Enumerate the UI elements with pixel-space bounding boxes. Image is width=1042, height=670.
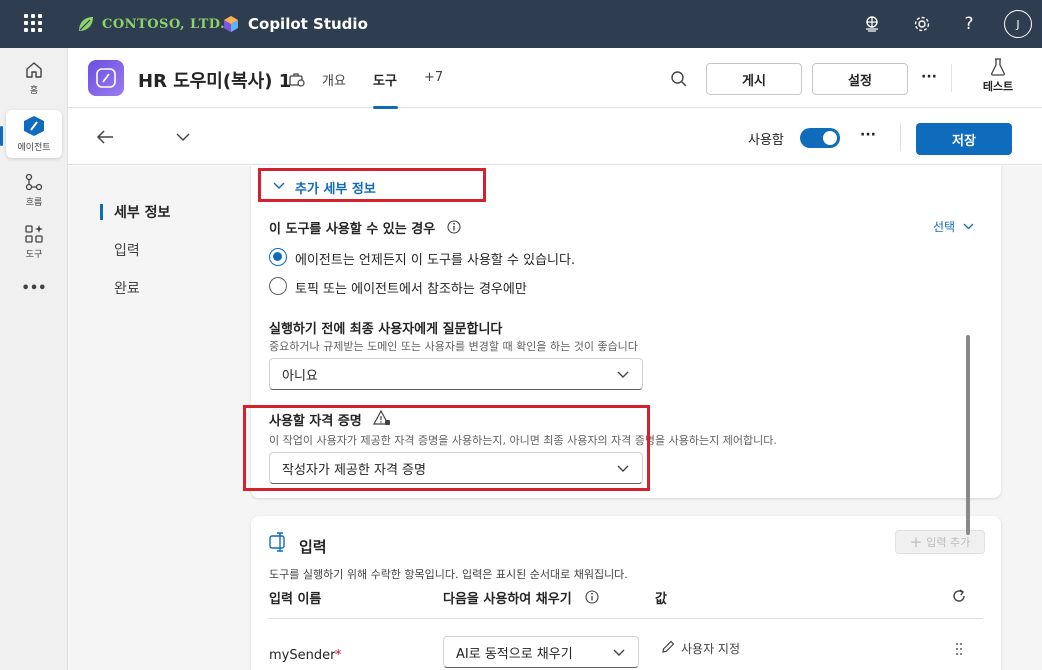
confirm-hint: 중요하거나 규제받는 도메인 또는 사용자를 변경할 때 확인을 하는 것이 좋… [269, 340, 638, 353]
briefcase-settings-icon[interactable] [289, 71, 305, 87]
copilot-studio-icon [224, 16, 238, 32]
avatar[interactable]: J [1004, 10, 1032, 38]
header-divider [951, 64, 952, 92]
rail-item-agents[interactable]: 에이전트 [6, 110, 62, 158]
chevron-down-icon[interactable] [963, 223, 974, 230]
scrollbar[interactable] [966, 335, 970, 535]
settings-button[interactable]: 설정 [812, 63, 908, 95]
agent-logo [88, 60, 124, 96]
inputs-title: 입력 [299, 538, 327, 556]
home-icon [26, 62, 42, 78]
chevron-down-icon[interactable] [176, 133, 190, 142]
refresh-icon[interactable] [951, 588, 967, 604]
section-nav-inputs[interactable]: 입력 [114, 240, 140, 260]
tab-tools[interactable]: 도구 [373, 70, 397, 89]
chevron-down-icon [617, 371, 629, 378]
required-marker: * [335, 648, 342, 663]
agent-icon [24, 116, 44, 136]
tab-more[interactable]: +7 [424, 70, 443, 85]
inputs-description: 도구를 실행하기 위해 수락한 항목입니다. 입력은 표시된 순서대로 채워집니… [269, 568, 628, 581]
radio-referenced-only[interactable] [269, 277, 287, 295]
back-arrow-icon[interactable] [96, 129, 114, 145]
inputs-card: 입력 + 입력 추가 도구를 실행하기 위해 수락한 항목입니다. 입력은 표시… [251, 516, 1001, 670]
plus-icon: + [909, 533, 923, 551]
rail-item-label: 흐름 [25, 198, 43, 208]
add-input-label: 입력 추가 [926, 536, 971, 549]
left-rail: 홈 에이전트 흐름 도구 ••• [0, 48, 68, 670]
drag-handle-icon[interactable] [955, 642, 963, 656]
fill-method-select[interactable]: AI로 동적으로 채우기 [443, 636, 639, 668]
flow-icon [25, 173, 43, 191]
help-icon[interactable]: ? [957, 12, 981, 36]
agent-logo-icon [96, 68, 116, 88]
radio-anytime-label: 에이전트는 언제든지 이 도구를 사용할 수 있습니다. [295, 253, 576, 268]
top-bar: CONTOSO, LTD. Copilot Studio ? J [0, 0, 1042, 48]
input-name: mySender [269, 648, 336, 663]
sub-header: 사용함 ··· [68, 109, 1042, 165]
header-more-button[interactable]: ··· [921, 69, 937, 85]
rail-item-label: 에이전트 [17, 143, 51, 153]
publish-button[interactable]: 게시 [706, 63, 802, 95]
waffle-icon[interactable] [24, 14, 42, 32]
leaf-icon [79, 17, 93, 31]
info-icon[interactable] [447, 220, 461, 234]
confirm-select-value: 아니요 [282, 368, 318, 384]
enabled-label: 사용함 [748, 133, 784, 148]
enabled-toggle[interactable] [800, 128, 840, 148]
rail-item-flows[interactable]: 흐름 [6, 166, 62, 214]
agent-header: HR 도우미(복사) 1 개요 도구 +7 게시 설정 ··· 테스트 [68, 48, 1042, 108]
rail-item-home[interactable]: 홈 [6, 54, 62, 102]
info-icon[interactable] [585, 590, 599, 604]
radio-anytime[interactable] [269, 248, 287, 266]
page-title: HR 도우미(복사) 1 [138, 71, 292, 92]
confirm-label: 실행하기 전에 최종 사용자에게 질문합니다 [269, 322, 503, 337]
chevron-down-icon [613, 649, 625, 656]
custom-value-link[interactable]: 사용자 지정 [681, 640, 740, 657]
confirm-select[interactable]: 아니요 [269, 358, 643, 390]
section-nav-details[interactable]: 세부 정보 [114, 202, 170, 222]
subheader-more-button[interactable]: ··· [860, 127, 876, 143]
add-input-button[interactable]: + 입력 추가 [895, 530, 985, 554]
tools-icon [25, 225, 43, 243]
save-button[interactable]: 저장 [916, 123, 1012, 155]
section-nav: 세부 정보 입력 완료 [68, 166, 238, 670]
main-area: HR 도우미(복사) 1 개요 도구 +7 게시 설정 ··· 테스트 사용함 … [68, 48, 1042, 670]
search-icon[interactable] [670, 70, 688, 88]
col-header-input-name: 입력 이름 [269, 592, 322, 607]
section-nav-indicator [100, 204, 103, 220]
tab-overview[interactable]: 개요 [322, 70, 346, 89]
test-button[interactable]: 테스트 [968, 58, 1028, 98]
brand-name: CONTOSO, LTD. [102, 16, 226, 32]
highlight-box-credentials [243, 405, 650, 491]
rail-active-indicator [0, 126, 3, 146]
availability-label: 이 도구를 사용할 수 있는 경우 [269, 222, 436, 237]
pencil-icon[interactable] [661, 640, 675, 654]
rail-item-label: 도구 [25, 250, 43, 260]
radio-referenced-only-label: 토픽 또는 에이전트에서 참조하는 경우에만 [295, 282, 527, 297]
settings-icon[interactable] [910, 12, 934, 36]
rail-item-label: 홈 [29, 86, 39, 96]
test-label: 테스트 [982, 80, 1014, 93]
section-nav-completion[interactable]: 완료 [114, 278, 140, 298]
flask-icon [991, 58, 1005, 76]
rail-item-tools[interactable]: 도구 [6, 218, 62, 266]
subheader-divider [900, 123, 901, 151]
rail-more-button[interactable]: ••• [6, 276, 62, 300]
highlight-box-details [258, 168, 486, 202]
input-icon [269, 532, 285, 552]
col-header-fill-using: 다음을 사용하여 채우기 [443, 592, 572, 607]
brand-logo: CONTOSO, LTD. [76, 12, 225, 36]
product-label: Copilot Studio [248, 15, 368, 33]
col-header-value: 값 [655, 592, 667, 607]
table-row: mySender * AI로 동적으로 채우기 사용자 지정 [251, 636, 1001, 670]
fill-method-value: AI로 동적으로 채우기 [456, 646, 573, 662]
product-name[interactable]: Copilot Studio [222, 12, 368, 36]
availability-select-link[interactable]: 선택 [933, 218, 955, 235]
table-divider [269, 618, 983, 619]
environment-icon[interactable] [860, 12, 884, 36]
